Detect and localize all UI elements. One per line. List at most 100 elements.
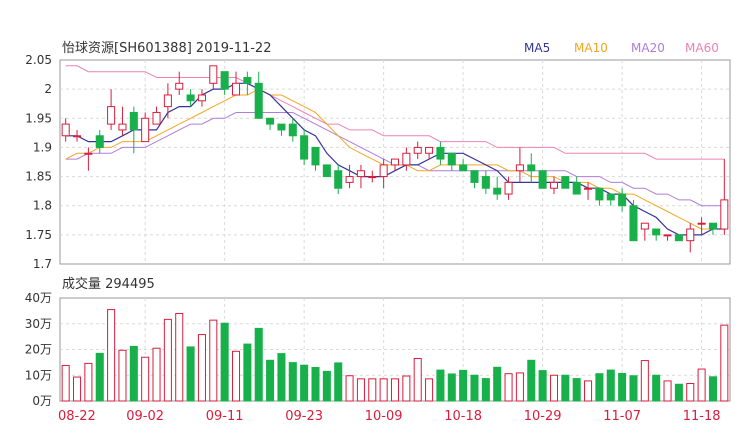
candle-body (652, 228, 661, 236)
chart-title: 怡球资源[SH601388] 2019-11-22 (62, 41, 271, 56)
candle (322, 164, 331, 178)
candle-body (356, 170, 365, 178)
volume-bar (708, 376, 717, 402)
candle-body (254, 82, 263, 119)
candle-body (197, 94, 206, 102)
volume-bar (459, 369, 468, 402)
candle-body (708, 222, 717, 230)
candle-body (584, 187, 593, 190)
candle-body (84, 152, 93, 155)
volume-bar (186, 346, 195, 402)
candle-body (209, 65, 218, 84)
volume-bar (697, 368, 706, 402)
volume-bar (61, 364, 70, 402)
candle-body (231, 82, 241, 96)
volume-bar (322, 370, 331, 402)
volume-bar (84, 362, 93, 402)
candle (209, 65, 218, 90)
x-tick-label: 09-23 (285, 409, 323, 424)
volume-bar (266, 359, 275, 402)
candle (561, 176, 570, 189)
volume-title: 成交量 294495 (62, 276, 155, 292)
candle (73, 129, 82, 142)
candle (118, 106, 127, 136)
candle (254, 71, 263, 119)
candle (470, 170, 479, 189)
candle (515, 147, 524, 183)
candle-body (322, 164, 331, 178)
legend-ma5: MA5 (524, 41, 550, 55)
x-tick-label: 10-29 (524, 409, 562, 424)
candle-body (266, 117, 275, 125)
candle (481, 170, 490, 195)
candle-body (493, 187, 502, 195)
volume-bar (231, 350, 241, 402)
candle (629, 199, 638, 242)
candle (345, 164, 354, 189)
volume-tick-label: 20万 (25, 343, 52, 357)
volume-bar (129, 345, 138, 402)
candle (277, 123, 286, 136)
candle-body (345, 176, 354, 183)
candle (606, 193, 615, 206)
volume-tick-label: 10万 (25, 368, 52, 382)
candle-body (447, 152, 456, 166)
candle (141, 112, 150, 143)
candle (572, 176, 581, 195)
candle-body (243, 76, 252, 84)
x-tick-label: 10-09 (365, 409, 403, 424)
candle (413, 141, 422, 160)
candle-body (674, 234, 683, 242)
volume-bar (334, 362, 343, 402)
candle (95, 129, 104, 154)
candle-body (129, 111, 138, 131)
candle-body (152, 111, 161, 125)
volume-bar (277, 353, 286, 402)
volume-tick-label: 40万 (25, 291, 52, 305)
candle (266, 117, 275, 130)
volume-bar (243, 343, 252, 402)
volume-bar (300, 364, 309, 402)
candle (538, 170, 547, 189)
volume-bar (470, 374, 479, 402)
volume-bar (515, 372, 524, 402)
price-tick-label: 1.9 (33, 140, 52, 154)
x-tick-label: 11-07 (603, 409, 641, 424)
volume-bar (220, 322, 229, 402)
volume-bar (640, 360, 649, 402)
volume-bar (436, 369, 445, 402)
candle-body (311, 146, 320, 166)
candles (61, 65, 729, 253)
volume-bar (209, 319, 218, 402)
candle-body (686, 228, 695, 242)
axes: 2.05 2 1.95 1.9 1.85 1.8 1.75 1.7 40万 30万 20万 10万 0万… (25, 53, 721, 424)
x-tick-label: 09-11 (206, 409, 244, 424)
stock-chart: 2.05 2 1.95 1.9 1.85 1.8 1.75 1.7 40万 30万 20万 10万 0万… (0, 0, 740, 440)
price-tick-label: 1.85 (25, 170, 52, 184)
candle-body (368, 176, 377, 179)
volume-bar (402, 375, 411, 402)
candle-body (334, 170, 343, 189)
candle (356, 164, 365, 189)
volume-bar (345, 375, 354, 402)
volume-bar (686, 382, 695, 402)
candle (84, 147, 93, 171)
legend: MA5 MA10 MA20 MA60 (524, 41, 719, 55)
candle-body (561, 176, 570, 189)
volume-bar (107, 309, 116, 402)
candle-body (618, 193, 627, 207)
volume-bar (390, 378, 400, 402)
candle (243, 71, 252, 95)
candle (697, 217, 706, 235)
candle (220, 71, 229, 95)
volume-bar (584, 380, 593, 402)
candle (300, 129, 309, 165)
volume-bar (163, 318, 172, 402)
volume-bar (254, 327, 263, 402)
volume-bar (152, 347, 161, 402)
candle (674, 234, 683, 242)
candle-body (697, 222, 706, 225)
candle-body (300, 135, 309, 160)
volume-bar (538, 370, 547, 402)
moving-averages (65, 65, 725, 236)
